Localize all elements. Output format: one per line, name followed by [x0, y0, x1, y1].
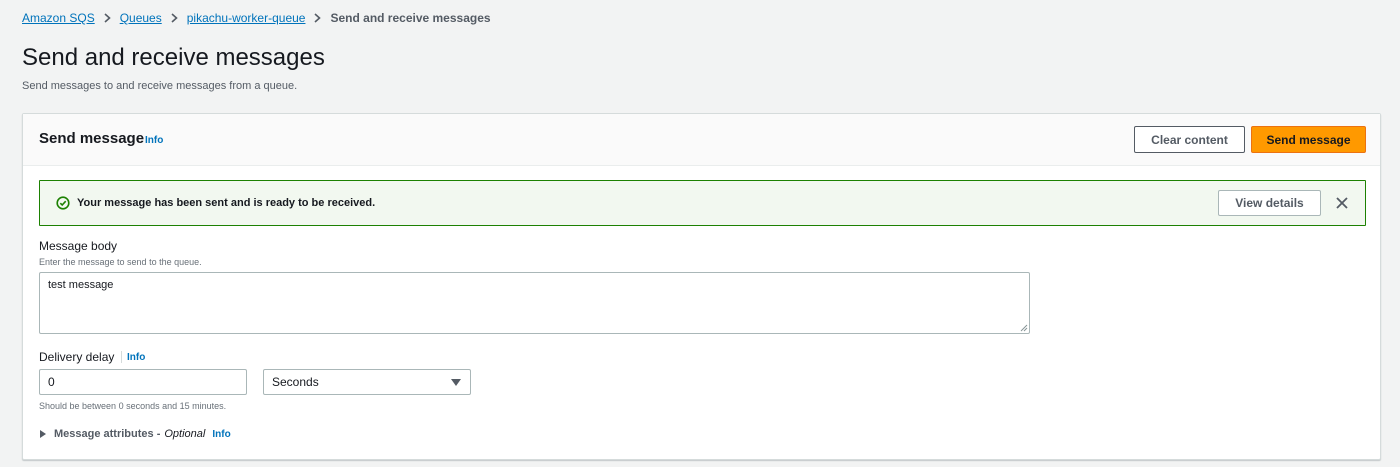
breadcrumb-current: Send and receive messages	[330, 11, 491, 25]
panel-header: Send message Info Clear content Send mes…	[23, 114, 1380, 166]
close-icon[interactable]	[1335, 196, 1349, 210]
clear-content-button[interactable]: Clear content	[1134, 126, 1245, 153]
breadcrumb-queues[interactable]: Queues	[120, 11, 162, 25]
delivery-delay-label: Delivery delay	[39, 350, 115, 364]
optional-label: Optional	[164, 428, 206, 440]
success-flashbar: Your message has been sent and is ready …	[39, 180, 1366, 226]
view-details-button[interactable]: View details	[1218, 190, 1321, 216]
delivery-delay-value: 0	[48, 375, 55, 389]
breadcrumb-amazon-sqs[interactable]: Amazon SQS	[22, 11, 95, 25]
delivery-delay-info-link[interactable]: Info	[127, 352, 145, 363]
chevron-right-icon	[314, 13, 322, 23]
chevron-right-icon	[104, 13, 111, 23]
delivery-delay-unit-value: Seconds	[272, 375, 319, 389]
chevron-right-icon	[171, 13, 178, 23]
send-message-panel: Send message Info Clear content Send mes…	[22, 113, 1381, 460]
label-divider	[121, 351, 122, 363]
message-attributes-label: Message attributes -	[54, 428, 161, 440]
breadcrumb-queue-name[interactable]: pikachu-worker-queue	[187, 11, 306, 25]
message-body-description: Enter the message to send to the queue.	[39, 257, 202, 267]
message-attributes-info-link[interactable]: Info	[212, 429, 230, 440]
send-message-info-link[interactable]: Info	[145, 135, 163, 146]
caret-down-icon	[451, 379, 461, 386]
caret-right-icon	[40, 430, 46, 438]
message-body-label: Message body	[39, 239, 118, 253]
message-attributes-expander[interactable]: Message attributes - Optional Info	[39, 428, 231, 440]
resize-handle-icon[interactable]	[1020, 324, 1028, 332]
page-title: Send and receive messages	[22, 44, 325, 71]
send-message-button[interactable]: Send message	[1251, 126, 1366, 153]
success-check-circle-icon	[56, 196, 70, 210]
delivery-delay-unit-select[interactable]: Seconds	[263, 369, 471, 395]
panel-title: Send message	[39, 130, 145, 147]
message-body-textarea[interactable]: test message	[39, 272, 1030, 334]
flash-message: Your message has been sent and is ready …	[77, 197, 376, 209]
breadcrumb: Amazon SQS Queues pikachu-worker-queue S…	[22, 11, 491, 25]
message-body-value: test message	[48, 279, 114, 291]
delivery-delay-input[interactable]: 0	[39, 369, 247, 395]
delivery-delay-constraint: Should be between 0 seconds and 15 minut…	[39, 401, 227, 411]
page-subtitle: Send messages to and receive messages fr…	[22, 80, 298, 92]
